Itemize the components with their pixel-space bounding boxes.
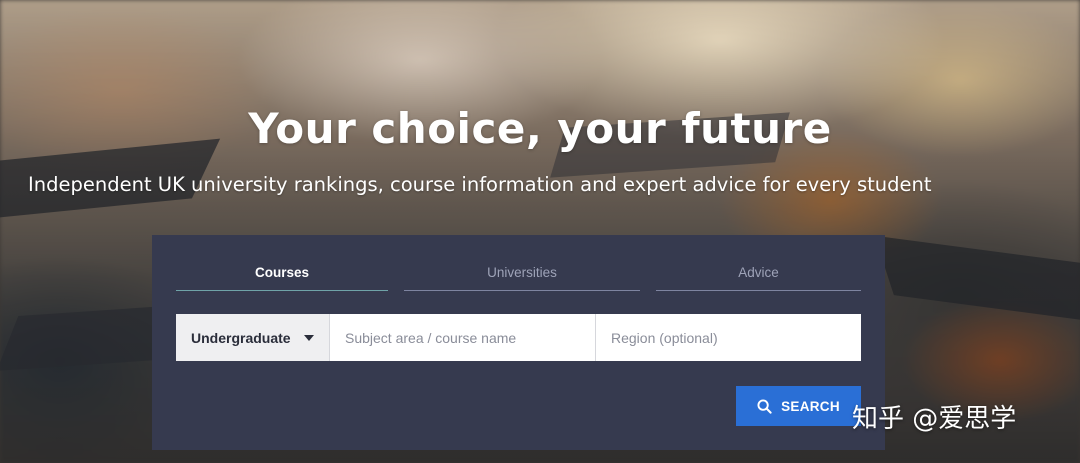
search-button-label: SEARCH: [781, 398, 840, 414]
hero-title: Your choice, your future: [248, 104, 832, 153]
tab-universities[interactable]: Universities: [404, 265, 640, 291]
caret-down-icon: [304, 335, 314, 341]
tab-advice[interactable]: Advice: [656, 265, 861, 291]
search-button[interactable]: SEARCH: [736, 386, 861, 426]
region-search-input[interactable]: [596, 314, 861, 361]
search-icon: [757, 398, 772, 414]
hero-subtitle: Independent UK university rankings, cour…: [28, 173, 932, 196]
study-level-value: Undergraduate: [191, 329, 291, 346]
subject-search-input[interactable]: [330, 314, 596, 361]
study-level-dropdown[interactable]: Undergraduate: [176, 314, 330, 361]
watermark-text: 知乎 @爱思学: [852, 404, 1017, 434]
tab-courses[interactable]: Courses: [176, 265, 388, 291]
search-tabs: Courses Universities Advice: [176, 265, 861, 291]
search-panel: Courses Universities Advice Undergraduat…: [152, 235, 885, 450]
search-fields: Undergraduate: [176, 314, 861, 361]
